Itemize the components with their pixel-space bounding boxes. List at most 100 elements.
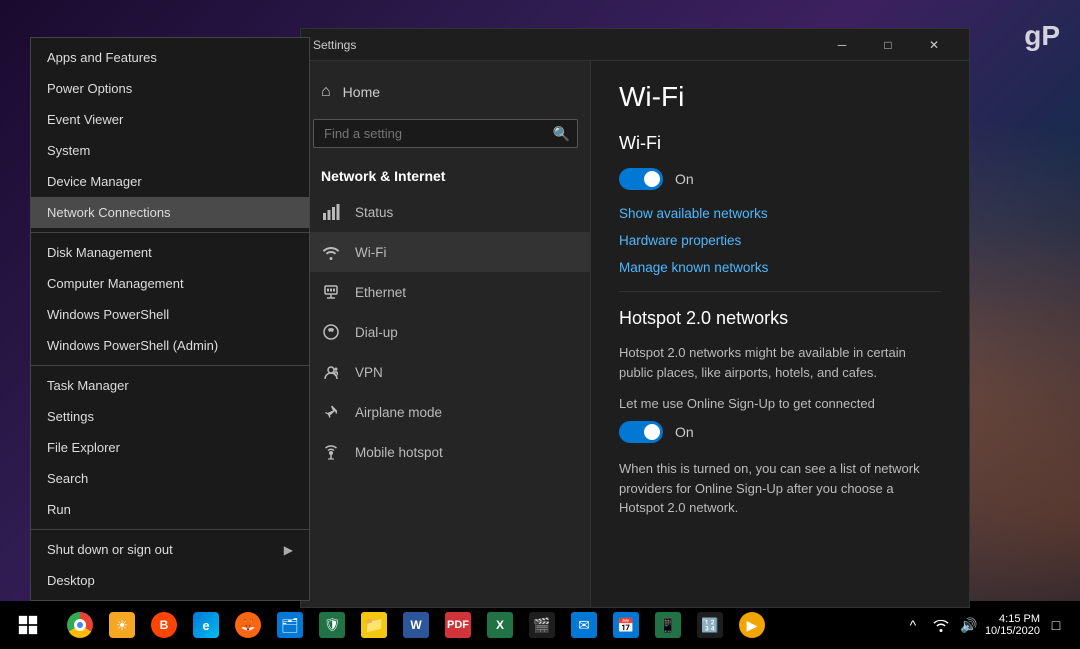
content-page-title: Wi-Fi <box>619 81 941 113</box>
start-button[interactable] <box>4 601 52 649</box>
taskbar-edge-icon[interactable]: e <box>186 601 226 649</box>
context-divider-3 <box>31 529 309 530</box>
context-item-search[interactable]: Search <box>31 463 309 494</box>
mobile-hotspot-icon <box>321 442 341 462</box>
taskbar-calculator-icon[interactable]: 🔢 <box>690 601 730 649</box>
context-item-device-manager[interactable]: Device Manager <box>31 166 309 197</box>
system-clock[interactable]: 4:15 PM 10/15/2020 <box>985 613 1040 637</box>
wifi-section-title: Wi-Fi <box>619 133 941 154</box>
taskbar-files-icon[interactable]: 🗂 <box>270 601 310 649</box>
hotspot-toggle-label: On <box>675 424 694 440</box>
nav-item-vpn[interactable]: VPN <box>301 352 590 392</box>
context-item-apps[interactable]: Apps and Features <box>31 42 309 73</box>
context-item-desktop[interactable]: Desktop <box>31 565 309 596</box>
context-divider-2 <box>31 365 309 366</box>
nav-item-airplane[interactable]: Airplane mode <box>301 392 590 432</box>
context-item-disk[interactable]: Disk Management <box>31 237 309 268</box>
nav-item-airplane-label: Airplane mode <box>355 405 442 420</box>
hotspot-toggle[interactable] <box>619 421 663 443</box>
nav-item-ethernet-label: Ethernet <box>355 285 406 300</box>
taskbar-pdf-icon[interactable]: PDF <box>438 601 478 649</box>
nav-home-item[interactable]: ⌂ Home <box>301 73 590 111</box>
manage-networks-link[interactable]: Manage known networks <box>619 260 941 275</box>
show-networks-link[interactable]: Show available networks <box>619 206 941 221</box>
taskbar-chrome-icon[interactable] <box>60 601 100 649</box>
settings-window: Settings ─ □ ✕ ⌂ Home 🔍 Network & Intern… <box>300 28 970 608</box>
let-me-text: Let me use Online Sign-Up to get connect… <box>619 396 941 411</box>
taskbar-mail-icon[interactable]: ✉ <box>564 601 604 649</box>
when-turned-on-text: When this is turned on, you can see a li… <box>619 459 941 518</box>
ethernet-icon <box>321 282 341 302</box>
gp-logo: gP <box>1024 20 1060 52</box>
minimize-button[interactable]: ─ <box>819 29 865 61</box>
taskbar-tray: ^ 🔊 4:15 PM 10/15/2020 □ <box>901 613 1076 637</box>
taskbar-media-icon[interactable]: 🎬 <box>522 601 562 649</box>
hotspot-description: Hotspot 2.0 networks might be available … <box>619 343 941 382</box>
tray-up-arrow[interactable]: ^ <box>901 613 925 637</box>
taskbar-excel-icon[interactable]: X <box>480 601 520 649</box>
dialup-icon <box>321 322 341 342</box>
taskbar-vlc-icon[interactable]: ▶ <box>732 601 772 649</box>
window-titlebar: Settings ─ □ ✕ <box>301 29 969 61</box>
nav-home-label: Home <box>343 84 380 100</box>
settings-content: Wi-Fi Wi-Fi On Show available networks H… <box>591 61 969 607</box>
status-icon <box>321 202 341 222</box>
tray-volume-icon[interactable]: 🔊 <box>957 613 981 637</box>
taskbar: ☀ B e 🦊 🗂 🛡 📁 W PDF X 🎬 <box>0 601 1080 649</box>
context-item-run[interactable]: Run <box>31 494 309 525</box>
hardware-properties-link[interactable]: Hardware properties <box>619 233 941 248</box>
wifi-toggle-row: On <box>619 168 941 190</box>
context-item-shutdown[interactable]: Shut down or sign out ▶ <box>31 534 309 565</box>
taskbar-pinned-apps: ☀ B e 🦊 🗂 🛡 📁 W PDF X 🎬 <box>60 601 772 649</box>
content-divider <box>619 291 941 292</box>
context-item-powershell-admin[interactable]: Windows PowerShell (Admin) <box>31 330 309 361</box>
taskbar-word-icon[interactable]: W <box>396 601 436 649</box>
nav-item-status[interactable]: Status <box>301 192 590 232</box>
taskbar-folder-icon[interactable]: 📁 <box>354 601 394 649</box>
nav-search-container: 🔍 <box>313 119 578 148</box>
maximize-button[interactable]: □ <box>865 29 911 61</box>
taskbar-firefox-icon[interactable]: 🦊 <box>228 601 268 649</box>
window-title: Settings <box>313 38 819 52</box>
taskbar-calendar-icon[interactable]: 📅 <box>606 601 646 649</box>
context-menu: Apps and Features Power Options Event Vi… <box>30 37 310 601</box>
tray-notification-icon[interactable]: □ <box>1044 613 1068 637</box>
context-item-file-explorer[interactable]: File Explorer <box>31 432 309 463</box>
nav-item-hotspot[interactable]: Mobile hotspot <box>301 432 590 472</box>
context-item-system[interactable]: System <box>31 135 309 166</box>
nav-item-wifi[interactable]: Wi-Fi <box>301 232 590 272</box>
taskbar-security-icon[interactable]: 🛡 <box>312 601 352 649</box>
wifi-toggle-label: On <box>675 171 694 187</box>
wifi-icon <box>321 242 341 262</box>
vpn-icon <box>321 362 341 382</box>
nav-item-dialup[interactable]: Dial-up <box>301 312 590 352</box>
context-item-settings[interactable]: Settings <box>31 401 309 432</box>
taskbar-phone-icon[interactable]: 📱 <box>648 601 688 649</box>
taskbar-brave-icon[interactable]: B <box>144 601 184 649</box>
context-item-power[interactable]: Power Options <box>31 73 309 104</box>
context-item-eventviewer[interactable]: Event Viewer <box>31 104 309 135</box>
window-controls: ─ □ ✕ <box>819 29 957 61</box>
context-item-network-connections[interactable]: Network Connections <box>31 197 309 228</box>
search-input[interactable] <box>313 119 578 148</box>
windows-logo-icon <box>18 615 38 635</box>
nav-item-hotspot-label: Mobile hotspot <box>355 445 443 460</box>
context-item-computer-mgmt[interactable]: Computer Management <box>31 268 309 299</box>
home-icon: ⌂ <box>321 83 331 101</box>
context-item-powershell[interactable]: Windows PowerShell <box>31 299 309 330</box>
hotspot-toggle-row: On <box>619 421 941 443</box>
hotspot-section-title: Hotspot 2.0 networks <box>619 308 941 329</box>
submenu-arrow-icon: ▶ <box>284 543 293 557</box>
nav-section-title: Network & Internet <box>301 156 590 192</box>
settings-body: ⌂ Home 🔍 Network & Internet <box>301 61 969 607</box>
close-button[interactable]: ✕ <box>911 29 957 61</box>
settings-nav: ⌂ Home 🔍 Network & Internet <box>301 61 591 607</box>
tray-network-icon[interactable] <box>929 613 953 637</box>
context-item-task-manager[interactable]: Task Manager <box>31 370 309 401</box>
search-icon: 🔍 <box>553 125 570 142</box>
taskbar-search-icon[interactable]: ☀ <box>102 601 142 649</box>
wifi-toggle[interactable] <box>619 168 663 190</box>
nav-item-wifi-label: Wi-Fi <box>355 245 386 260</box>
nav-item-status-label: Status <box>355 205 393 220</box>
nav-item-ethernet[interactable]: Ethernet <box>301 272 590 312</box>
